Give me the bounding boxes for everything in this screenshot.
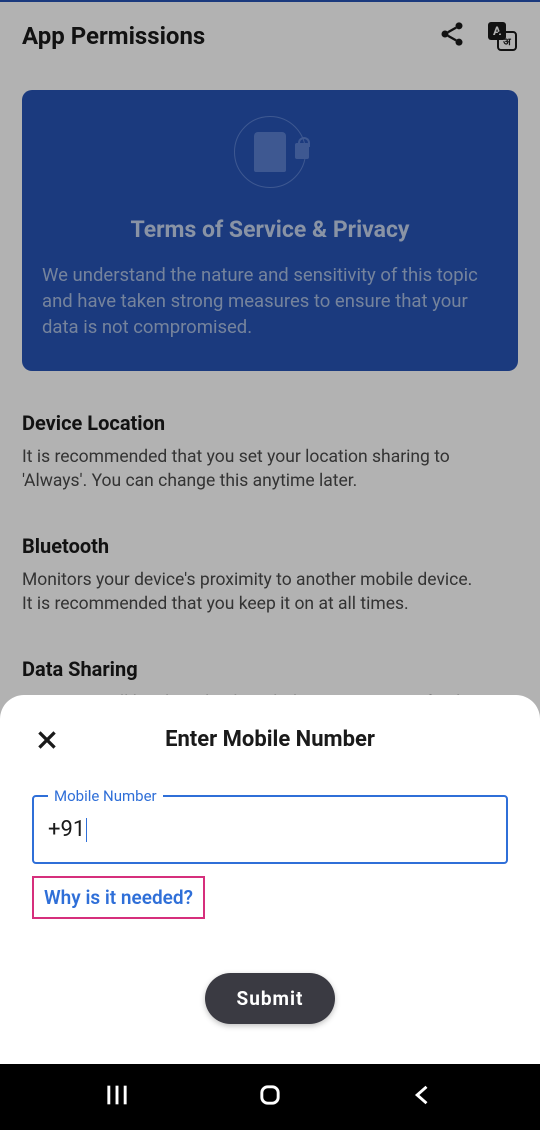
back-button[interactable] (409, 1081, 437, 1113)
mobile-number-modal: Enter Mobile Number Mobile Number +91 Wh… (0, 695, 540, 1064)
submit-button[interactable]: Submit (205, 973, 336, 1024)
mobile-number-field[interactable]: +91 (48, 817, 87, 842)
input-label: Mobile Number (48, 787, 163, 805)
modal-title: Enter Mobile Number (32, 727, 508, 752)
home-button[interactable] (256, 1081, 284, 1113)
recents-button[interactable] (103, 1081, 131, 1113)
system-nav-bar (0, 1064, 540, 1130)
mobile-number-input-wrapper[interactable]: Mobile Number +91 (32, 795, 508, 864)
why-needed-link[interactable]: Why is it needed? (32, 876, 205, 919)
